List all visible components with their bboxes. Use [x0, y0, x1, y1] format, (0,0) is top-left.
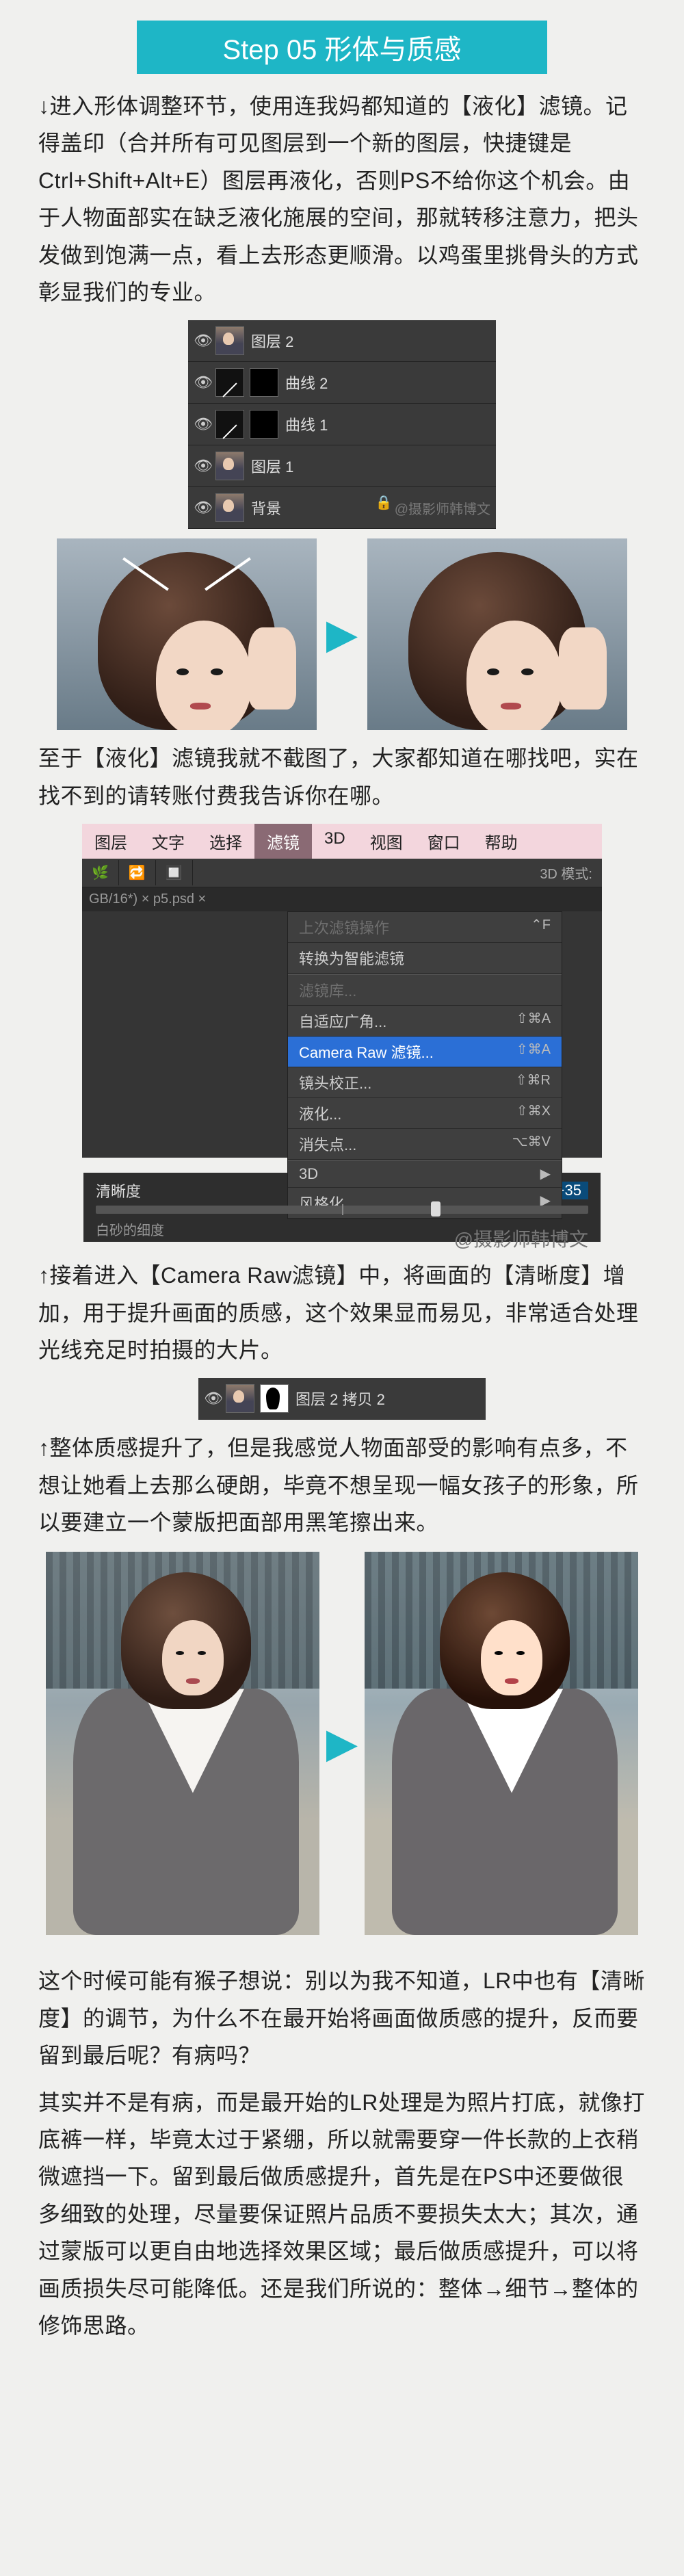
paragraph-1: ↓进入形体调整环节，使用连我妈都知道的【液化】滤镜。记得盖印（合并所有可见图层到… — [38, 88, 646, 311]
ps-menu-screenshot: 图层 文字 选择 滤镜 3D 视图 窗口 帮助 🌿 🔁 🔲 3D 模式: GB/… — [82, 824, 602, 1158]
document-tab[interactable]: GB/16*) × p5.psd × — [82, 887, 602, 911]
submenu-filter-gallery: 滤镜库... — [288, 975, 562, 1006]
slider-center-mark — [342, 1204, 343, 1215]
layer-name: 曲线 2 — [285, 372, 490, 393]
paragraph-6: 其实并不是有病，而是最开始的LR处理是为照片打底，就像打底裤一样，毕竟太过于紧绷… — [38, 2084, 646, 2345]
layer-mask-thumb — [260, 1384, 289, 1413]
visibility-eye-icon[interactable]: 👁 — [194, 499, 213, 517]
layer-thumb — [226, 1384, 254, 1413]
step-banner: Step 05 形体与质感 — [137, 21, 547, 74]
visibility-eye-icon[interactable]: 👁 — [194, 415, 213, 433]
layer-row[interactable]: 👁 图层 2 — [188, 320, 496, 362]
layer-name: 图层 2 — [251, 330, 490, 352]
photo-body-after — [365, 1552, 638, 1935]
layer-name: 背景 — [251, 497, 373, 519]
visibility-eye-icon[interactable]: 👁 — [194, 332, 213, 350]
layer-row-single[interactable]: 👁 图层 2 拷贝 2 — [198, 1378, 486, 1420]
menu-item-select[interactable]: 选择 — [197, 824, 254, 859]
layer-row[interactable]: 👁 曲线 1 — [188, 404, 496, 445]
layer-row[interactable]: 👁 图层 1 — [188, 445, 496, 487]
menu-item-text[interactable]: 文字 — [140, 824, 197, 859]
menu-item-window[interactable]: 窗口 — [415, 824, 473, 859]
photo-before — [57, 538, 317, 730]
submenu-liquify[interactable]: 液化...⇧⌘X — [288, 1098, 562, 1129]
tool-icon[interactable]: 🔲 — [156, 860, 193, 885]
menu-item-help[interactable]: 帮助 — [473, 824, 530, 859]
options-bar: 🌿 🔁 🔲 3D 模式: — [82, 859, 602, 887]
layer-name: 图层 1 — [251, 455, 490, 477]
before-after-body: ▶ — [38, 1552, 646, 1935]
clarity-label: 清晰度 — [96, 1180, 141, 1201]
watermark: @摄影师韩博文 — [395, 498, 490, 518]
layer-mask-thumb — [250, 368, 278, 397]
menu-item-view[interactable]: 视图 — [358, 824, 415, 859]
watermark: @摄影师韩博文 — [82, 1219, 602, 1258]
menubar: 图层 文字 选择 滤镜 3D 视图 窗口 帮助 — [82, 824, 602, 859]
paragraph-5: 这个时候可能有猴子想说：别以为我不知道，LR中也有【清晰度】的调节，为什么不在最… — [38, 1962, 646, 2074]
arrow-right-icon: ▶ — [326, 610, 358, 658]
filter-submenu: 上次滤镜操作⌃F 转换为智能滤镜 滤镜库... 自适应广角...⇧⌘A Came… — [287, 911, 562, 1219]
layer-name: 曲线 1 — [285, 413, 490, 435]
submenu-last-filter: 上次滤镜操作⌃F — [288, 912, 562, 943]
menu-item-3d[interactable]: 3D — [312, 824, 358, 859]
submenu-adaptive-wide[interactable]: 自适应广角...⇧⌘A — [288, 1006, 562, 1037]
submenu-convert-smart[interactable]: 转换为智能滤镜 — [288, 943, 562, 974]
slider-thumb[interactable] — [431, 1201, 440, 1217]
submenu-vanishing-point[interactable]: 消失点...⌥⌘V — [288, 1129, 562, 1160]
layer-mask-thumb — [250, 410, 278, 439]
submenu-camera-raw[interactable]: Camera Raw 滤镜...⇧⌘A — [288, 1037, 562, 1067]
submenu-3d[interactable]: 3D▶ — [288, 1161, 562, 1188]
photo-body-before — [46, 1552, 319, 1935]
options-bar-label: 3D 模式: — [530, 859, 602, 887]
menu-item-layer[interactable]: 图层 — [82, 824, 140, 859]
arrow-right-icon: ▶ — [326, 1719, 358, 1767]
visibility-eye-icon[interactable]: 👁 — [204, 1390, 223, 1407]
tool-icon[interactable]: 🔁 — [119, 860, 156, 885]
submenu-stylize[interactable]: 风格化▶ — [288, 1188, 562, 1219]
photo-after — [367, 538, 627, 730]
visibility-eye-icon[interactable]: 👁 — [194, 374, 213, 391]
menu-item-filter[interactable]: 滤镜 — [254, 824, 312, 859]
layer-name: 图层 2 拷贝 2 — [295, 1388, 480, 1409]
before-after-head: ▶ — [38, 538, 646, 730]
layer-row[interactable]: 👁 曲线 2 — [188, 362, 496, 404]
layer-thumb — [215, 326, 244, 355]
submenu-lens-correction[interactable]: 镜头校正...⇧⌘R — [288, 1067, 562, 1098]
paragraph-3: ↑接着进入【Camera Raw滤镜】中，将画面的【清晰度】增加，用于提升画面的… — [38, 1257, 646, 1368]
paragraph-2: 至于【液化】滤镜我就不截图了，大家都知道在哪找吧，实在找不到的请转账付费我告诉你… — [38, 740, 646, 814]
curves-adj-icon — [215, 410, 244, 439]
visibility-eye-icon[interactable]: 👁 — [194, 457, 213, 475]
layer-row[interactable]: 👁 背景 🔒 @摄影师韩博文 — [188, 487, 496, 529]
lock-icon: 🔒 — [376, 494, 392, 521]
clarity-slider[interactable] — [96, 1206, 588, 1214]
layer-thumb — [215, 493, 244, 522]
tool-icon[interactable]: 🌿 — [82, 860, 119, 885]
layer-thumb — [215, 452, 244, 480]
layers-panel: 👁 图层 2 👁 曲线 2 👁 曲线 1 👁 图层 1 👁 背景 🔒 @摄影师 — [188, 320, 496, 529]
paragraph-4: ↑整体质感提升了，但是我感觉人物面部受的影响有点多，不想让她看上去那么硬朗，毕竟… — [38, 1429, 646, 1541]
curves-adj-icon — [215, 368, 244, 397]
